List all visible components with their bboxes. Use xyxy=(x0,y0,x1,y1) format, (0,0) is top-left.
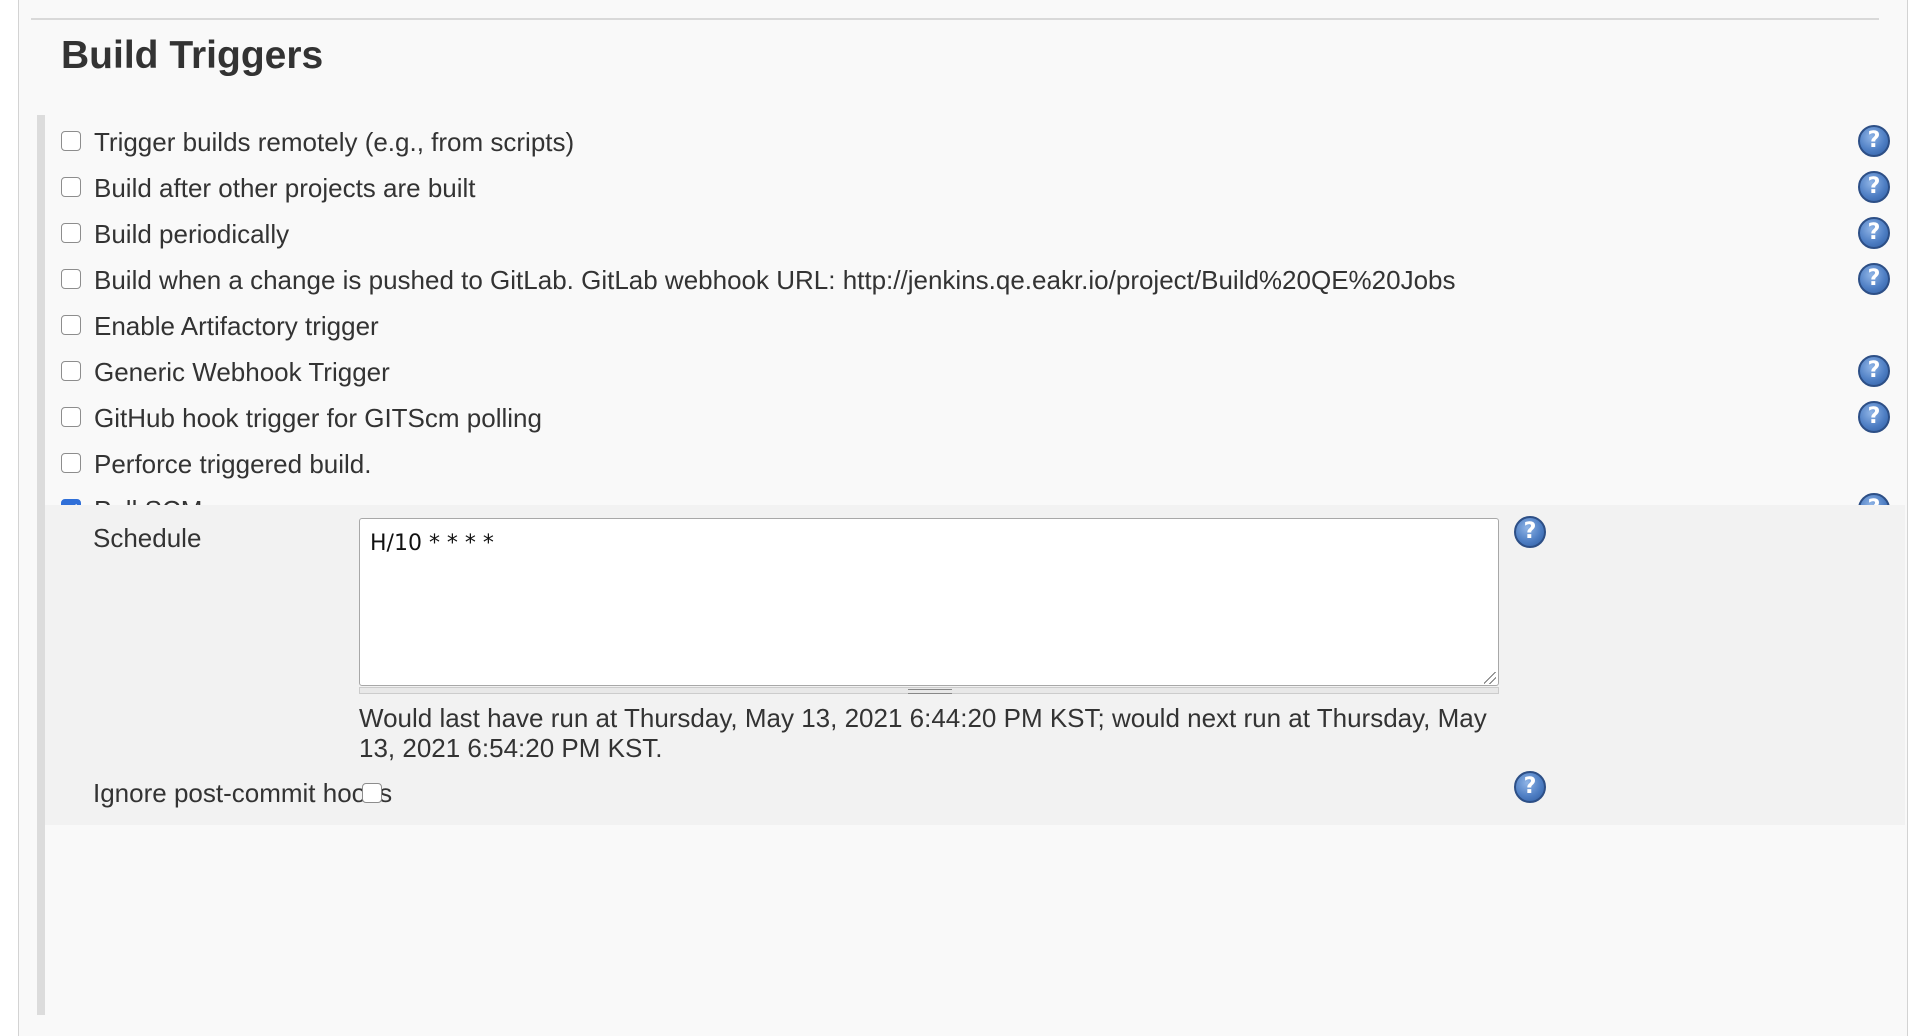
help-question-icon[interactable]: ? xyxy=(1858,263,1890,295)
config-panel: Build Triggers Trigger builds remotely (… xyxy=(18,0,1908,1036)
build-periodically-checkbox[interactable] xyxy=(61,223,81,243)
trigger-remote-label[interactable]: Trigger builds remotely (e.g., from scri… xyxy=(94,127,574,157)
help-question-icon[interactable]: ? xyxy=(1858,171,1890,203)
gitlab-push-checkbox[interactable] xyxy=(61,269,81,289)
section-title: Build Triggers xyxy=(61,34,324,77)
generic-webhook-label[interactable]: Generic Webhook Trigger xyxy=(94,357,390,387)
gitlab-push-label[interactable]: Build when a change is pushed to GitLab.… xyxy=(94,265,1456,295)
schedule-info-text: Would last have run at Thursday, May 13,… xyxy=(359,703,1487,763)
github-hook-checkbox[interactable] xyxy=(61,407,81,427)
textarea-drag-bar[interactable] xyxy=(359,687,1499,694)
schedule-label: Schedule xyxy=(93,523,202,553)
artifactory-trigger-label[interactable]: Enable Artifactory trigger xyxy=(94,311,379,341)
help-question-icon[interactable]: ? xyxy=(1858,401,1890,433)
build-periodically-label[interactable]: Build periodically xyxy=(94,219,289,249)
section-indent-bar xyxy=(37,115,45,1015)
section-divider xyxy=(31,18,1879,20)
trigger-remote-checkbox[interactable] xyxy=(61,131,81,151)
poll-scm-settings: Schedule ? Would last have run at Thursd… xyxy=(45,505,1905,825)
github-hook-label[interactable]: GitHub hook trigger for GITScm polling xyxy=(94,403,542,433)
build-after-other-label[interactable]: Build after other projects are built xyxy=(94,173,476,203)
help-question-icon[interactable]: ? xyxy=(1858,217,1890,249)
textarea-resize-handle[interactable] xyxy=(1484,672,1496,684)
ignore-hooks-checkbox[interactable] xyxy=(362,783,382,803)
help-question-icon[interactable]: ? xyxy=(1514,771,1546,803)
schedule-input[interactable] xyxy=(359,518,1499,686)
help-question-icon[interactable]: ? xyxy=(1858,355,1890,387)
help-question-icon[interactable]: ? xyxy=(1858,125,1890,157)
perforce-trigger-label[interactable]: Perforce triggered build. xyxy=(94,449,371,479)
perforce-trigger-checkbox[interactable] xyxy=(61,453,81,473)
build-after-other-checkbox[interactable] xyxy=(61,177,81,197)
help-question-icon[interactable]: ? xyxy=(1514,516,1546,548)
generic-webhook-checkbox[interactable] xyxy=(61,361,81,381)
artifactory-trigger-checkbox[interactable] xyxy=(61,315,81,335)
ignore-hooks-label: Ignore post-commit hooks xyxy=(93,778,393,808)
